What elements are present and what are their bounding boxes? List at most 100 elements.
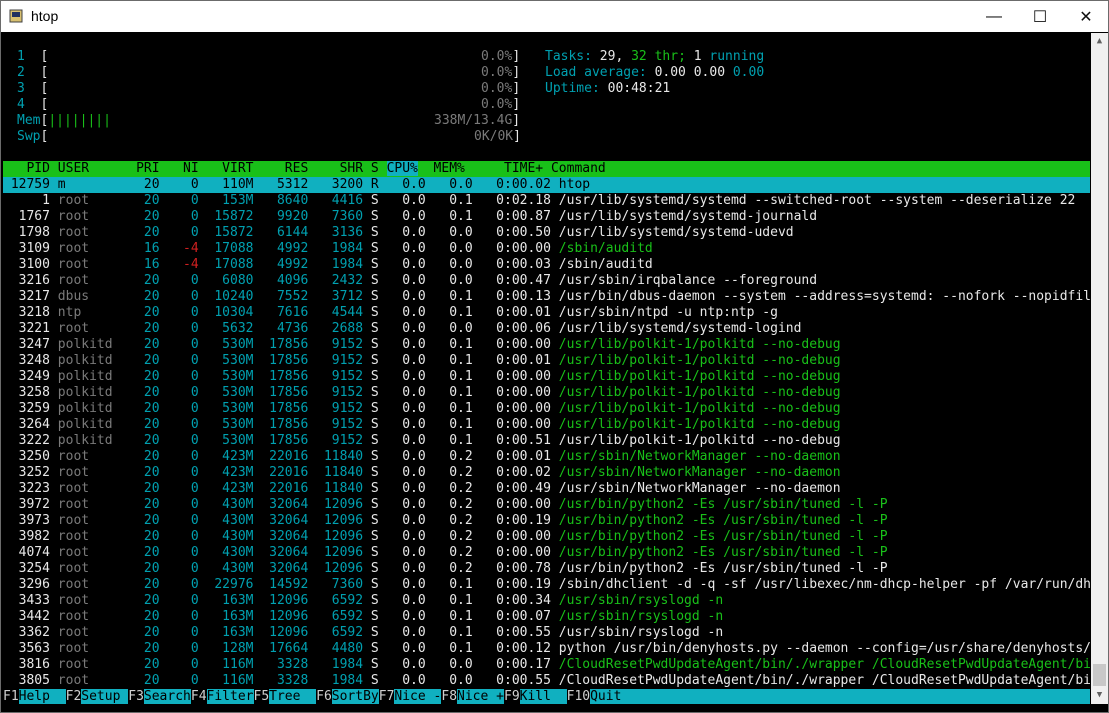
- close-button[interactable]: ✕: [1063, 1, 1109, 32]
- fkey-label-f9[interactable]: Kill: [519, 689, 567, 704]
- table-row[interactable]: 3218 ntp 20 0 10304 7616 4544 S 0.0 0.1 …: [3, 305, 778, 321]
- cell-s: R: [370, 177, 379, 192]
- column-user[interactable]: USER: [50, 161, 128, 176]
- scroll-up-arrow-icon[interactable]: ▲: [1091, 33, 1108, 50]
- column-mem[interactable]: MEM%: [418, 161, 465, 176]
- fkey-label-f5[interactable]: Tree: [269, 689, 317, 704]
- fkey-label-f10[interactable]: Quit: [590, 689, 622, 704]
- column-res[interactable]: RES: [254, 161, 309, 176]
- fkey-f4[interactable]: F4: [190, 689, 207, 704]
- table-row[interactable]: 1767 root 20 0 15872 9920 7360 S 0.0 0.1…: [3, 209, 817, 225]
- cell-time: 0:00.00: [480, 241, 551, 256]
- minimize-button[interactable]: —: [971, 1, 1017, 32]
- fkey-label-f1[interactable]: Help: [18, 689, 66, 704]
- table-row[interactable]: 3433 root 20 0 163M 12096 6592 S 0.0 0.1…: [3, 593, 724, 609]
- column-cmd[interactable]: Command: [543, 161, 606, 176]
- fkey-f6[interactable]: F6: [316, 689, 332, 704]
- cell-ni: 0: [167, 657, 199, 672]
- column-header-labels[interactable]: PID USER PRI NI VIRT RES SHR S CPU% MEM%…: [3, 161, 606, 177]
- cell-cpu: 0.0: [386, 561, 426, 576]
- table-row[interactable]: 3223 root 20 0 423M 22016 11840 S 0.0 0.…: [3, 481, 841, 497]
- table-row[interactable]: 4074 root 20 0 430M 32064 12096 S 0.0 0.…: [3, 545, 888, 561]
- table-row[interactable]: 3972 root 20 0 430M 32064 12096 S 0.0 0.…: [3, 497, 888, 513]
- cell-virt: 530M: [206, 385, 254, 400]
- table-row[interactable]: 3249 polkitd 20 0 530M 17856 9152 S 0.0 …: [3, 369, 841, 385]
- cell-virt: 10304: [206, 305, 254, 320]
- cell-mem: 0.1: [433, 289, 473, 304]
- table-row[interactable]: 3805 root 20 0 116M 3328 1984 S 0.0 0.0 …: [3, 673, 1090, 689]
- cell-virt: 430M: [206, 545, 254, 560]
- maximize-button[interactable]: ☐: [1017, 1, 1063, 32]
- table-row[interactable]: 3247 polkitd 20 0 530M 17856 9152 S 0.0 …: [3, 337, 841, 353]
- table-row[interactable]: 3222 polkitd 20 0 530M 17856 9152 S 0.0 …: [3, 433, 841, 449]
- terminal-area[interactable]: 1 [0.0%] 2 [0.0%] 3 [0.0%] 4 [0.0%] Mem[|||…: [3, 33, 1090, 704]
- fkey-f8[interactable]: F8: [441, 689, 458, 704]
- table-row[interactable]: 3296 root 20 0 22976 14592 7360 S 0.0 0.…: [3, 577, 1090, 593]
- cell-mem: 0.0: [433, 273, 473, 288]
- column-ni[interactable]: NI: [160, 161, 199, 176]
- cell-cpu: 0.0: [386, 465, 426, 480]
- fkey-f7[interactable]: F7: [378, 689, 395, 704]
- table-row[interactable]: 3816 root 20 0 116M 3328 1984 S 0.0 0.0 …: [3, 657, 1090, 673]
- table-row[interactable]: 3258 polkitd 20 0 530M 17856 9152 S 0.0 …: [3, 385, 841, 401]
- table-row[interactable]: 3254 root 20 0 430M 32064 12096 S 0.0 0.…: [3, 561, 888, 577]
- cell-time: 0:00.06: [480, 321, 551, 336]
- fkey-label-f2[interactable]: Setup: [81, 689, 129, 704]
- fkey-f3[interactable]: F3: [128, 689, 144, 704]
- fkey-f10[interactable]: F10: [566, 689, 591, 704]
- cell-pri: 20: [136, 513, 160, 528]
- cell-user: polkitd: [57, 353, 129, 368]
- table-row[interactable]: 3248 polkitd 20 0 530M 17856 9152 S 0.0 …: [3, 353, 841, 369]
- table-row[interactable]: 3973 root 20 0 430M 32064 12096 S 0.0 0.…: [3, 513, 888, 529]
- cell-pri: 20: [136, 657, 160, 672]
- fkey-label-f4[interactable]: Filter: [206, 689, 254, 704]
- table-row[interactable]: 3221 root 20 0 5632 4736 2688 S 0.0 0.0 …: [3, 321, 802, 337]
- column-s[interactable]: S: [363, 161, 379, 176]
- fkey-f2[interactable]: F2: [65, 689, 82, 704]
- table-row[interactable]: 1798 root 20 0 15872 6144 3136 S 0.0 0.0…: [3, 225, 794, 241]
- table-row[interactable]: 3264 polkitd 20 0 530M 17856 9152 S 0.0 …: [3, 417, 841, 433]
- column-shr[interactable]: SHR: [308, 161, 364, 176]
- cell-mem: 0.1: [433, 593, 473, 608]
- table-row[interactable]: 3216 root 20 0 6080 4096 2432 S 0.0 0.0 …: [3, 273, 817, 289]
- column-pri[interactable]: PRI: [128, 161, 160, 176]
- table-row[interactable]: 12759 m 20 0 110M 5312 3200 R 0.0 0.0 0:…: [3, 177, 590, 193]
- column-virt[interactable]: VIRT: [199, 161, 253, 176]
- table-row[interactable]: 3250 root 20 0 423M 22016 11840 S 0.0 0.…: [3, 449, 841, 465]
- cell-virt: 15872: [206, 209, 254, 224]
- vertical-scrollbar[interactable]: ▲ ▼: [1091, 33, 1108, 704]
- fkey-f9[interactable]: F9: [504, 689, 520, 704]
- fkey-label-f7[interactable]: Nice -: [394, 689, 442, 704]
- fkey-f1[interactable]: F1: [3, 689, 19, 704]
- scrollbar-thumb[interactable]: [1093, 664, 1106, 686]
- table-row[interactable]: 3362 root 20 0 163M 12096 6592 S 0.0 0.1…: [3, 625, 724, 641]
- cell-res: 6144: [261, 225, 309, 240]
- cpu-id: 1: [17, 49, 25, 64]
- table-row[interactable]: 3982 root 20 0 430M 32064 12096 S 0.0 0.…: [3, 529, 888, 545]
- table-row[interactable]: 3442 root 20 0 163M 12096 6592 S 0.0 0.1…: [3, 609, 724, 625]
- fkey-label-f3[interactable]: Search: [143, 689, 191, 704]
- table-row[interactable]: 3109 root 16 -4 17088 4992 1984 S 0.0 0.…: [3, 241, 653, 257]
- column-cpu[interactable]: [379, 161, 387, 176]
- table-row[interactable]: 3217 dbus 20 0 10240 7552 3712 S 0.0 0.1…: [3, 289, 1090, 305]
- cell-cmd: /usr/bin/dbus-daemon --system --address=…: [558, 289, 1090, 304]
- column-time[interactable]: TIME+: [465, 161, 543, 176]
- title-bar[interactable]: htop — ☐ ✕: [1, 1, 1108, 32]
- table-row[interactable]: 3252 root 20 0 423M 22016 11840 S 0.0 0.…: [3, 465, 841, 481]
- fkey-label-f6[interactable]: SortBy: [331, 689, 379, 704]
- table-row[interactable]: 3100 root 16 -4 17088 4992 1984 S 0.0 0.…: [3, 257, 653, 273]
- column-pid[interactable]: PID: [3, 161, 50, 176]
- fkey-label-f8[interactable]: Nice +: [457, 689, 504, 704]
- column-cpu-sorted[interactable]: CPU%: [386, 161, 418, 176]
- cell-pid: 3362: [3, 625, 50, 640]
- cell-cpu: 0.0: [386, 449, 426, 464]
- function-key-bar[interactable]: F1Help F2Setup F3SearchF4FilterF5Tree F6…: [3, 689, 1090, 704]
- cell-cpu: 0.0: [386, 257, 426, 272]
- cpu-value: 0.0%: [481, 65, 513, 80]
- table-row[interactable]: 1 root 20 0 153M 8640 4416 S 0.0 0.1 0:0…: [3, 193, 1075, 209]
- fkey-f5[interactable]: F5: [253, 689, 270, 704]
- table-row[interactable]: 3563 root 20 0 128M 17664 4480 S 0.0 0.1…: [3, 641, 1090, 657]
- table-row[interactable]: 3259 polkitd 20 0 530M 17856 9152 S 0.0 …: [3, 401, 841, 417]
- scroll-down-arrow-icon[interactable]: ▼: [1091, 687, 1108, 704]
- cell-cmd: /usr/lib/systemd/systemd-journald: [558, 209, 818, 224]
